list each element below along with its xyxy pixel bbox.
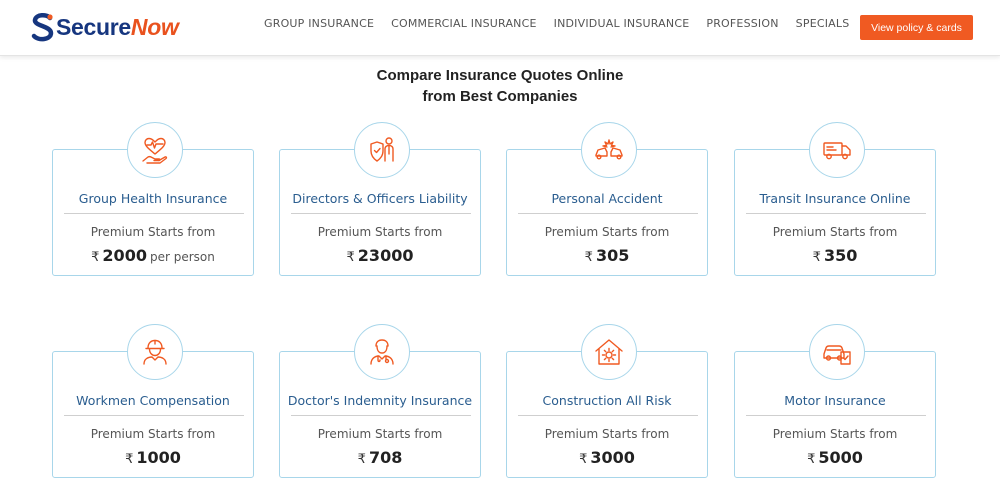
premium-price: ₹3000 xyxy=(507,448,707,467)
director-shield-icon xyxy=(354,122,410,178)
rupee-symbol: ₹ xyxy=(125,452,134,467)
premium-price: ₹1000 xyxy=(53,448,253,467)
rupee-symbol: ₹ xyxy=(812,250,821,265)
premium-label: Premium Starts from xyxy=(317,427,443,441)
heart-hand-icon xyxy=(127,122,183,178)
card-title: Construction All Risk xyxy=(542,393,672,408)
card-divider xyxy=(746,415,926,416)
card-divider xyxy=(64,213,244,214)
card-divider xyxy=(291,415,471,416)
premium-unit: per person xyxy=(149,250,215,264)
product-card-group-health[interactable]: Group Health Insurance Premium Starts fr… xyxy=(52,122,254,276)
premium-label: Premium Starts from xyxy=(544,427,670,441)
nav-specials[interactable]: SPECIALS xyxy=(796,17,850,30)
securenow-logo[interactable]: SecureNow xyxy=(31,10,179,44)
product-card-doctors-indemnity[interactable]: Doctor's Indemnity Insurance Premium Sta… xyxy=(279,324,481,478)
page-headline: Compare Insurance Quotes Online from Bes… xyxy=(0,65,1000,107)
premium-label: Premium Starts from xyxy=(90,225,216,239)
premium-amount: 708 xyxy=(368,448,403,467)
card-divider xyxy=(518,213,698,214)
premium-label: Premium Starts from xyxy=(544,225,670,239)
card-divider xyxy=(518,415,698,416)
premium-amount: 1000 xyxy=(136,448,181,467)
card-title: Doctor's Indemnity Insurance xyxy=(287,393,473,408)
accident-car-icon xyxy=(581,122,637,178)
construction-gear-icon xyxy=(581,324,637,380)
premium-label: Premium Starts from xyxy=(90,427,216,441)
motor-car-icon xyxy=(809,324,865,380)
site-header: SecureNow GROUP INSURANCE COMMERCIAL INS… xyxy=(0,0,1000,56)
premium-price: ₹350 xyxy=(735,246,935,265)
headline-line-1: Compare Insurance Quotes Online xyxy=(376,67,624,84)
logo-secure-text: Secure xyxy=(56,13,131,40)
nav-group-insurance[interactable]: GROUP INSURANCE xyxy=(264,17,374,30)
premium-price: ₹305 xyxy=(507,246,707,265)
worker-helmet-icon xyxy=(127,324,183,380)
premium-amount: 5000 xyxy=(818,448,863,467)
card-title: Motor Insurance xyxy=(784,393,886,408)
premium-amount: 305 xyxy=(595,246,630,265)
premium-amount: 23000 xyxy=(357,246,414,265)
product-card-construction-all-risk[interactable]: Construction All Risk Premium Starts fro… xyxy=(506,324,708,478)
product-card-workmen-compensation[interactable]: Workmen Compensation Premium Starts from… xyxy=(52,324,254,478)
premium-price: ₹23000 xyxy=(280,246,480,265)
nav-profession[interactable]: PROFESSION xyxy=(706,17,778,30)
product-card-transit[interactable]: Transit Insurance Online Premium Starts … xyxy=(734,122,936,276)
rupee-symbol: ₹ xyxy=(91,250,100,265)
premium-price: ₹708 xyxy=(280,448,480,467)
rupee-symbol: ₹ xyxy=(346,250,355,265)
main-nav: GROUP INSURANCE COMMERCIAL INSURANCE IND… xyxy=(264,17,866,30)
truck-icon xyxy=(809,122,865,178)
nav-commercial-insurance[interactable]: COMMERCIAL INSURANCE xyxy=(391,17,537,30)
rupee-symbol: ₹ xyxy=(579,452,588,467)
card-divider xyxy=(64,415,244,416)
card-title: Personal Accident xyxy=(551,191,663,206)
premium-price: ₹5000 xyxy=(735,448,935,467)
premium-amount: 350 xyxy=(823,246,858,265)
product-card-directors-officers[interactable]: Directors & Officers Liability Premium S… xyxy=(279,122,481,276)
card-title: Workmen Compensation xyxy=(76,393,230,408)
logo-now-text: Now xyxy=(130,13,179,40)
product-card-personal-accident[interactable]: Personal Accident Premium Starts from ₹3… xyxy=(506,122,708,276)
card-divider xyxy=(746,213,926,214)
rupee-symbol: ₹ xyxy=(807,452,816,467)
product-card-motor[interactable]: Motor Insurance Premium Starts from ₹500… xyxy=(734,324,936,478)
premium-price: ₹2000 per person xyxy=(53,246,253,265)
card-divider xyxy=(291,213,471,214)
headline-line-2: from Best Companies xyxy=(422,88,578,105)
logo-s-icon xyxy=(31,13,54,42)
card-title: Directors & Officers Liability xyxy=(292,191,468,206)
rupee-symbol: ₹ xyxy=(584,250,593,265)
nav-individual-insurance[interactable]: INDIVIDUAL INSURANCE xyxy=(554,17,690,30)
premium-label: Premium Starts from xyxy=(772,225,898,239)
doctor-icon xyxy=(354,324,410,380)
card-title: Transit Insurance Online xyxy=(759,191,911,206)
premium-label: Premium Starts from xyxy=(772,427,898,441)
premium-amount: 3000 xyxy=(590,448,635,467)
premium-label: Premium Starts from xyxy=(317,225,443,239)
card-title: Group Health Insurance xyxy=(78,191,228,206)
view-policy-cards-button[interactable]: View policy & cards xyxy=(860,15,973,40)
rupee-symbol: ₹ xyxy=(357,452,366,467)
premium-amount: 2000 xyxy=(102,246,147,265)
